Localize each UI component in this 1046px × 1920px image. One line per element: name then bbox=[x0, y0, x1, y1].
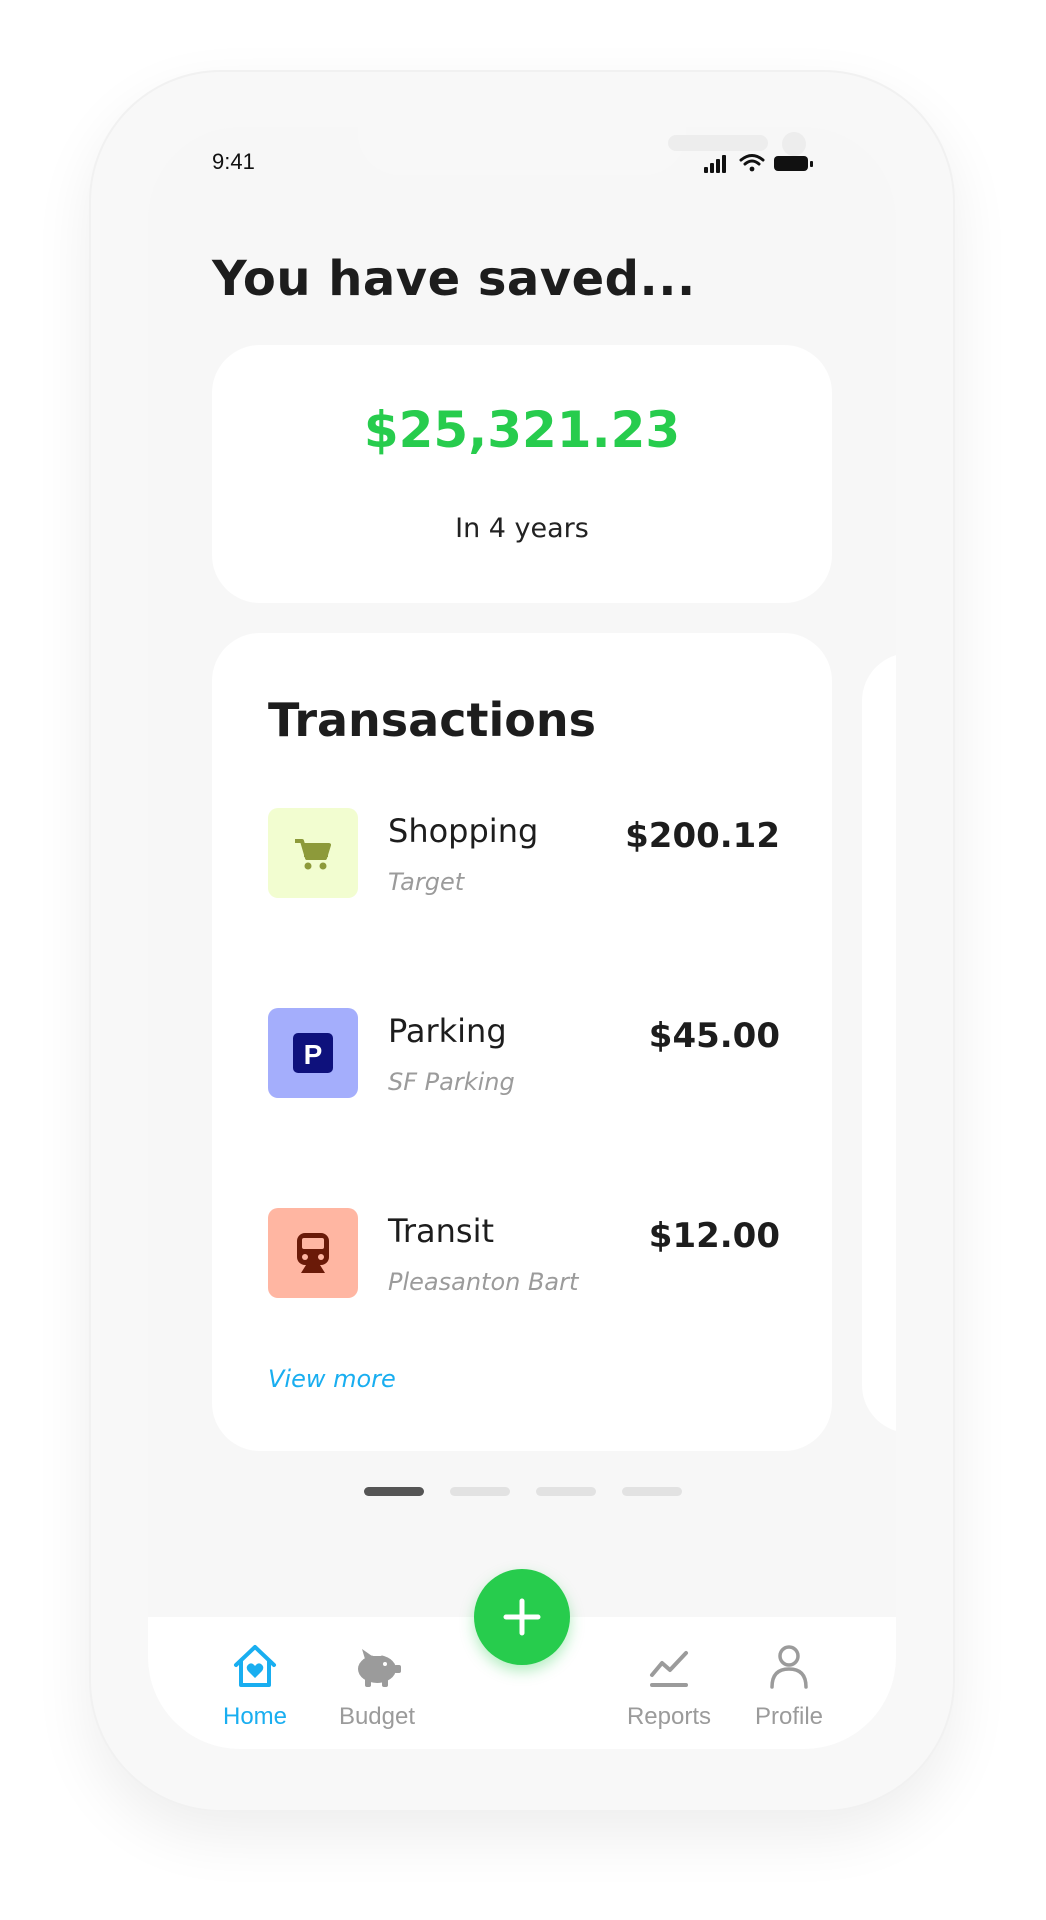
transaction-merchant: SF Parking bbox=[388, 1068, 515, 1096]
tab-label: Home bbox=[222, 1703, 288, 1730]
tab-reports[interactable]: Reports bbox=[604, 1617, 734, 1749]
tab-budget[interactable]: Budget bbox=[312, 1617, 442, 1749]
wifi-icon bbox=[739, 154, 765, 172]
transaction-row[interactable]: P Parking SF Parking $45.00 bbox=[268, 1008, 780, 1108]
transaction-row[interactable]: Transit Pleasanton Bart $12.00 bbox=[268, 1208, 780, 1308]
page-dot[interactable] bbox=[536, 1487, 596, 1496]
tab-home[interactable]: Home bbox=[190, 1617, 320, 1749]
speaker-grille bbox=[668, 135, 768, 151]
view-more-link[interactable]: View more bbox=[268, 1365, 396, 1393]
tab-label: Budget bbox=[338, 1703, 416, 1730]
savings-card: $25,321.23 In 4 years bbox=[212, 345, 832, 603]
transaction-row[interactable]: Shopping Target $200.12 bbox=[268, 808, 780, 908]
signal-icon bbox=[704, 155, 726, 173]
transaction-merchant: Pleasanton Bart bbox=[388, 1268, 579, 1296]
add-button[interactable] bbox=[474, 1569, 570, 1665]
transactions-title: Transactions bbox=[268, 693, 596, 747]
profile-icon bbox=[770, 1645, 808, 1689]
page-indicator bbox=[364, 1487, 684, 1497]
transaction-amount: $12.00 bbox=[648, 1216, 780, 1256]
chart-icon bbox=[650, 1651, 688, 1687]
transaction-name: Parking bbox=[388, 1012, 507, 1050]
train-icon bbox=[268, 1208, 358, 1298]
battery-icon bbox=[774, 156, 813, 171]
page-dot[interactable] bbox=[622, 1487, 682, 1496]
status-icons bbox=[704, 154, 813, 173]
next-card-peek[interactable] bbox=[862, 653, 896, 1433]
tab-label: Reports bbox=[626, 1703, 712, 1730]
app-screen: 9:41 You have saved... $25,321.23 In 4 y… bbox=[148, 127, 896, 1749]
transaction-name: Shopping bbox=[388, 812, 539, 850]
device-notch bbox=[358, 127, 806, 175]
home-icon bbox=[234, 1645, 276, 1687]
parking-icon: P bbox=[268, 1008, 358, 1098]
transaction-amount: $200.12 bbox=[625, 816, 780, 856]
transaction-name: Transit bbox=[388, 1212, 494, 1250]
transaction-merchant: Target bbox=[388, 868, 465, 896]
savings-period: In 4 years bbox=[455, 513, 589, 544]
svg-text:P: P bbox=[304, 1039, 323, 1070]
page-dot-active[interactable] bbox=[364, 1487, 424, 1496]
status-time: 9:41 bbox=[212, 149, 255, 174]
transactions-card: Transactions Shopping Target $200.12 P P… bbox=[212, 633, 832, 1451]
tab-label: Profile bbox=[754, 1703, 824, 1730]
shopping-cart-icon bbox=[268, 808, 358, 898]
piggy-bank-icon bbox=[358, 1649, 401, 1687]
page-title: You have saved... bbox=[212, 251, 696, 307]
savings-amount: $25,321.23 bbox=[363, 401, 681, 459]
plus-icon bbox=[503, 1598, 541, 1636]
tab-profile[interactable]: Profile bbox=[724, 1617, 854, 1749]
page-dot[interactable] bbox=[450, 1487, 510, 1496]
transaction-amount: $45.00 bbox=[648, 1016, 780, 1056]
